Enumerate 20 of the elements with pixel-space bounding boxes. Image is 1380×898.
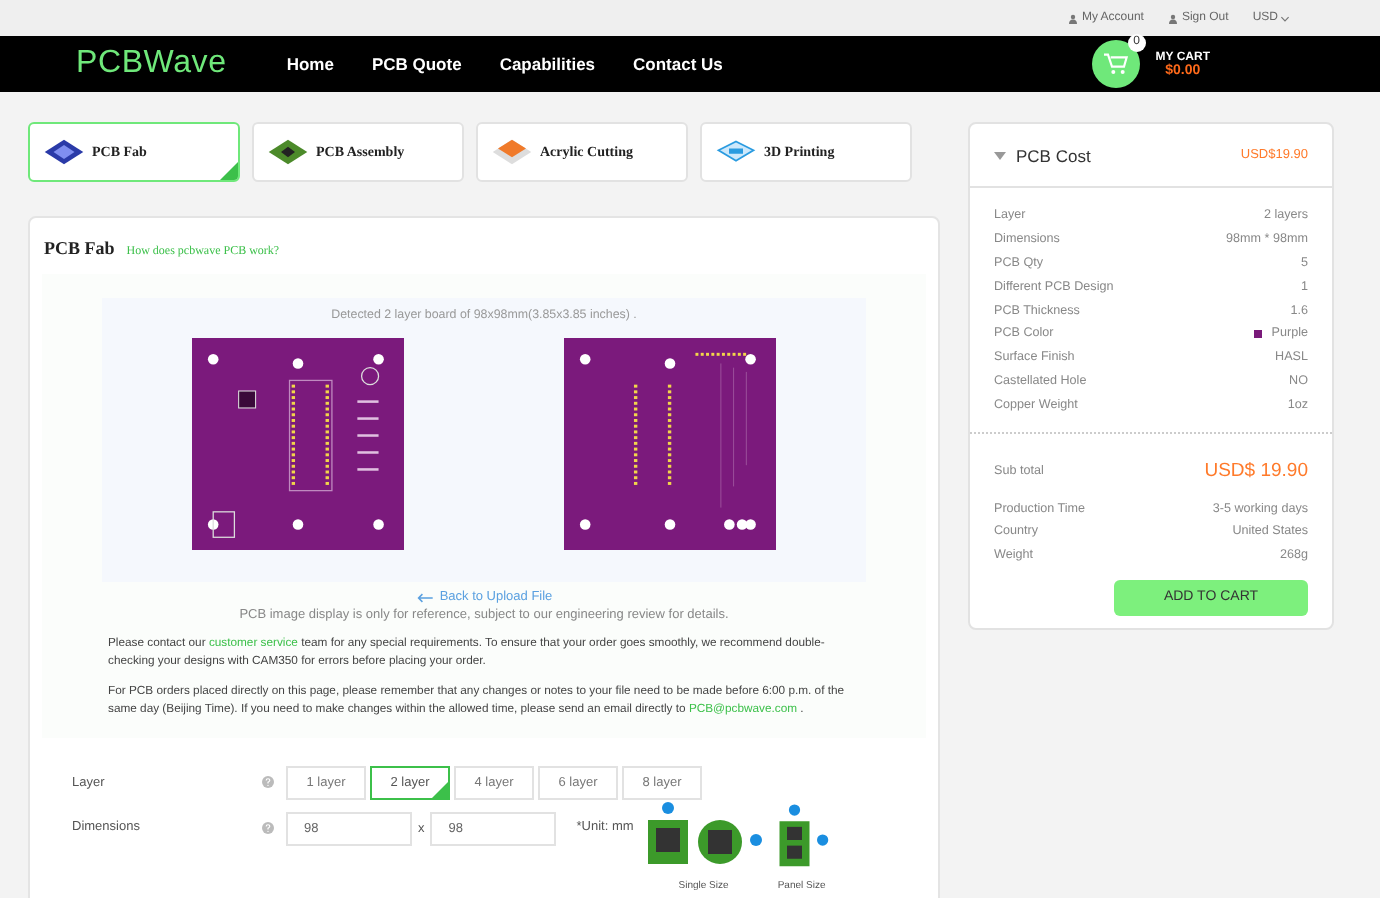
left-arrow-icon xyxy=(415,591,434,603)
cart-icon xyxy=(1101,52,1130,76)
section-title: PCB Fab xyxy=(44,238,115,258)
user-icon xyxy=(1167,13,1178,23)
nav-link[interactable]: Home xyxy=(286,54,334,74)
user-icon xyxy=(1067,13,1078,23)
subtotal-value: USD$ 19.90 xyxy=(1204,459,1308,482)
3d-printer-icon xyxy=(714,138,758,166)
nav-link[interactable]: PCB Quote xyxy=(371,54,462,74)
nav-link[interactable]: Contact Us xyxy=(633,54,723,74)
panel-title: PCB Cost xyxy=(1016,145,1091,165)
board-icon xyxy=(42,138,86,166)
help-icon[interactable] xyxy=(262,822,274,835)
chevron-down-icon xyxy=(1280,15,1290,21)
circuit-board-icon xyxy=(266,138,310,166)
collapse-caret-icon[interactable] xyxy=(994,151,1006,159)
acrylic-sheet-icon xyxy=(490,138,534,166)
logo[interactable]: PCBWave xyxy=(76,46,227,82)
nav-link[interactable]: Capabilities xyxy=(499,54,596,74)
help-icon[interactable] xyxy=(262,776,274,789)
